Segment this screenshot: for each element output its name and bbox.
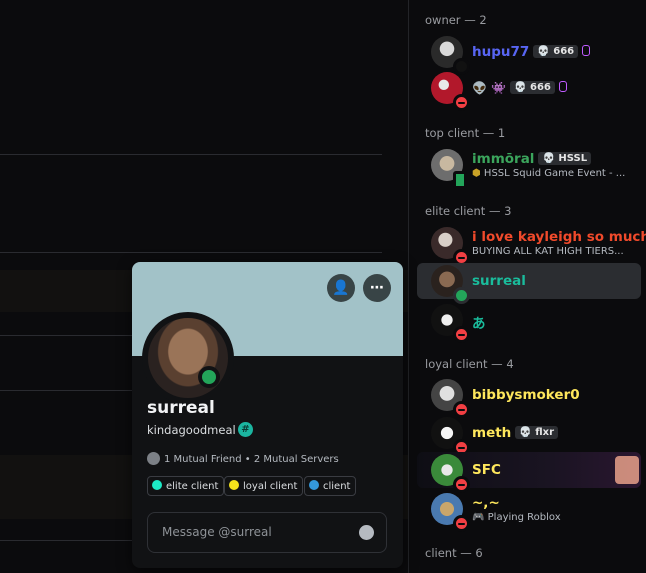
gamepad-icon: 🎮 (472, 512, 488, 523)
divider (0, 540, 140, 541)
tag-text: flxr (535, 427, 555, 438)
member-name: あ (472, 316, 486, 332)
role-pill[interactable]: elite client (147, 476, 225, 496)
paw-icon (615, 456, 639, 484)
member-list: owner — 2 hupu77 💀 666 👽 👾 💀 666 top clien… (408, 0, 646, 573)
group-header-client: client — 6 (425, 546, 483, 560)
status-dnd-icon (453, 94, 470, 111)
member-hupu77[interactable]: hupu77 💀 666 (417, 34, 641, 75)
add-friend-button[interactable]: 👤 (327, 274, 355, 302)
member-name: immōral 💀 HSSL (472, 151, 592, 167)
status-dnd-icon (453, 515, 470, 532)
separator-dot: • (244, 454, 254, 465)
message-input[interactable] (162, 525, 352, 539)
mutual-friends[interactable]: 1 Mutual Friend (164, 454, 242, 465)
member-meth[interactable]: meth 💀 flxr (417, 415, 641, 456)
member-name: bibbysmoker0 (472, 387, 580, 403)
group-header-owner: owner — 2 (425, 13, 487, 27)
member-activity: 🎮 Playing Roblox (472, 512, 561, 523)
divider (0, 154, 382, 155)
server-tag: 💀 flxr (515, 426, 559, 439)
member-name-text: hupu77 (472, 44, 530, 60)
role-pill[interactable]: loyal client (224, 476, 304, 496)
server-tag: 💀 666 (533, 45, 579, 58)
member-name: surreal (472, 273, 526, 289)
mutual-servers[interactable]: 2 Mutual Servers (254, 454, 339, 465)
mutuals-row[interactable]: 1 Mutual Friend • 2 Mutual Servers (147, 452, 339, 465)
member-emoji-name: 👽 👾 (472, 81, 507, 95)
profile-username[interactable]: kindagoodmeal (147, 423, 236, 437)
member-a[interactable]: あ (417, 302, 641, 343)
group-header-elite-client: elite client — 3 (425, 204, 512, 218)
boost-gem-icon (582, 45, 591, 56)
member-owner-2[interactable]: 👽 👾 💀 666 (417, 70, 641, 111)
status-dnd-icon (453, 326, 470, 343)
server-tag: 💀 HSSL (538, 152, 592, 165)
profile-avatar[interactable] (142, 312, 234, 404)
role-label: client (323, 481, 351, 492)
profile-display-name: surreal (147, 398, 215, 418)
divider (0, 390, 140, 391)
member-activity: BUYING ALL KAT HIGH TIERS... (472, 246, 624, 257)
role-color-dot (229, 480, 239, 490)
member-name: SFC (472, 462, 501, 478)
role-label: elite client (166, 481, 219, 492)
member-tilde[interactable]: ~,~ 🎮 Playing Roblox (417, 491, 641, 532)
group-header-top-client: top client — 1 (425, 126, 506, 140)
ellipsis-icon: ⋯ (370, 280, 384, 296)
member-name: meth 💀 flxr (472, 425, 559, 441)
boost-gem-icon (558, 81, 567, 92)
more-options-button[interactable]: ⋯ (363, 274, 391, 302)
role-color-dot (152, 480, 162, 490)
member-sfc[interactable]: SFC (417, 452, 641, 493)
role-color-dot (309, 480, 319, 490)
member-name-text: immōral (472, 151, 535, 167)
member-immoral[interactable]: immōral 💀 HSSL ⬢ HSSL Squid Game Event - … (417, 147, 641, 189)
member-bibbysmoker0[interactable]: bibbysmoker0 (417, 377, 641, 418)
hashtag-badge-icon[interactable]: # (238, 422, 253, 437)
status-mobile-icon (453, 171, 467, 189)
member-surreal[interactable]: surreal (417, 263, 641, 304)
member-name: 👽 👾 💀 666 (472, 80, 567, 96)
activity-text: Playing Roblox (487, 512, 561, 523)
tag-text: 666 (553, 46, 575, 57)
role-label: loyal client (243, 481, 298, 492)
role-pill[interactable]: client (304, 476, 357, 496)
member-kayleigh[interactable]: i love kayleigh so much BUYING ALL KAT H… (417, 225, 646, 266)
server-tag: 💀 666 (510, 81, 555, 94)
add-friend-icon: 👤 (332, 280, 350, 296)
event-icon: ⬢ (472, 168, 484, 179)
activity-text: HSSL Squid Game Event - ... (483, 168, 626, 179)
member-activity: ⬢ HSSL Squid Game Event - ... (472, 168, 625, 179)
status-online-icon (198, 366, 220, 388)
mutual-avatar (147, 452, 160, 465)
member-name-text: meth (472, 425, 512, 441)
tag-text: 666 (530, 82, 551, 93)
tag-text: HSSL (558, 153, 588, 164)
message-box (147, 512, 387, 553)
member-name: ~,~ (472, 495, 500, 511)
divider (0, 252, 382, 253)
emoji-icon[interactable] (359, 525, 374, 540)
member-name: i love kayleigh so much (472, 229, 646, 245)
user-profile-popout: 👤 ⋯ surreal kindagoodmeal # 1 Mutual Fri… (132, 262, 403, 568)
group-header-loyal-client: loyal client — 4 (425, 357, 514, 371)
member-name: hupu77 💀 666 (472, 44, 591, 60)
divider (0, 335, 140, 336)
